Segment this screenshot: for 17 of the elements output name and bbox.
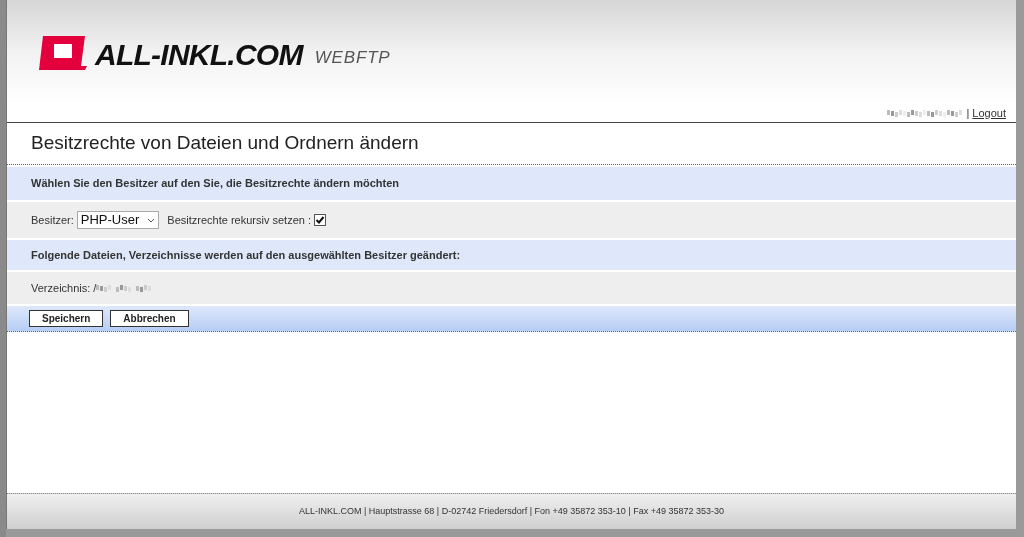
section-heading: Folgende Dateien, Verzeichnisse werden auf den ausgewählten Besitzer geändert: <box>31 247 461 263</box>
chevron-down-icon <box>147 217 156 223</box>
redacted-text-icon <box>887 108 964 118</box>
product-name: WEBFTP <box>314 47 391 70</box>
page-title: Besitzrechte von Dateien und Ordnern ändern <box>31 131 419 156</box>
owner-label: Besitzer: <box>31 212 74 228</box>
separator: | <box>966 105 970 121</box>
logout-link[interactable]: Logout <box>972 104 1006 122</box>
section-heading: Wählen Sie den Besitzer auf den Sie, die Besitzrechte ändern möchten <box>31 176 399 192</box>
owner-select[interactable]: PHP-User <box>76 211 160 229</box>
logo-text: ALL-INKL.COM <box>95 36 303 73</box>
form-button[interactable]: Abbrechen <box>110 310 189 327</box>
form-button[interactable]: Speichern <box>29 310 104 327</box>
recursive-label: Besitzrechte rekursiv setzen : <box>167 212 311 228</box>
directory-label: Verzeichnis: / <box>31 280 97 296</box>
recursive-checkbox[interactable] <box>314 214 326 226</box>
footer-text: ALL-INKL.COM | Hauptstrasse 68 | D-02742 Friedersdorf | Fon +49 35872 353-10 | Fax +49 35872 353-30 <box>298 504 725 518</box>
